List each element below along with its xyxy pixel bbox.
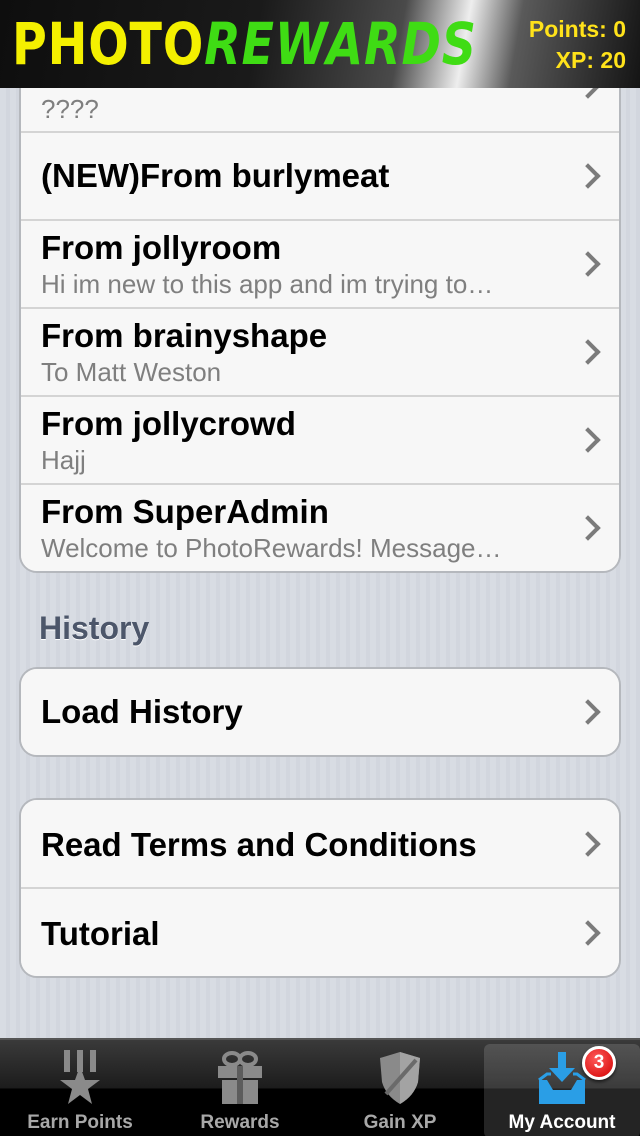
- messages-group: ???? (NEW)From burlymeat From jollyroom …: [19, 42, 621, 573]
- message-row[interactable]: From SuperAdmin Welcome to PhotoRewards!…: [21, 485, 619, 571]
- message-title: From jollycrowd: [41, 405, 296, 442]
- app-header: PHOTOREWARDS Points: 0 XP: 20: [0, 0, 640, 88]
- chevron-right-icon: [575, 427, 601, 453]
- message-preview: Hi im new to this app and im trying to…: [41, 269, 494, 299]
- message-preview: To Matt Weston: [41, 357, 222, 387]
- user-stats: Points: 0 XP: 20: [529, 14, 626, 76]
- terms-row[interactable]: Read Terms and Conditions: [21, 800, 619, 889]
- message-row[interactable]: From jollycrowd Hajj: [21, 397, 619, 485]
- message-row[interactable]: From brainyshape To Matt Weston: [21, 309, 619, 397]
- logo-text-photo: PHOTO: [12, 10, 205, 78]
- scroll-content[interactable]: ???? (NEW)From burlymeat From jollyroom …: [0, 0, 640, 1040]
- tab-rewards[interactable]: Rewards: [162, 1044, 318, 1136]
- tab-earn-points[interactable]: Earn Points: [2, 1044, 158, 1136]
- message-preview: Hajj: [41, 445, 86, 475]
- notification-badge: 3: [582, 1046, 616, 1080]
- tab-label: My Account: [508, 1112, 616, 1133]
- xp-counter: XP: 20: [555, 47, 626, 73]
- tab-label: Rewards: [200, 1112, 280, 1133]
- tab-my-account[interactable]: 3 My Account: [484, 1044, 640, 1136]
- section-title-history: History: [39, 610, 150, 646]
- tab-label: Earn Points: [27, 1112, 133, 1133]
- chevron-right-icon: [575, 830, 601, 857]
- chevron-right-icon: [575, 339, 601, 365]
- info-group: Read Terms and Conditions Tutorial: [19, 798, 621, 978]
- app-logo: PHOTOREWARDS: [12, 6, 477, 82]
- chevron-right-icon: [575, 515, 601, 541]
- message-title: (NEW)From burlymeat: [41, 157, 390, 194]
- message-title: From brainyshape: [41, 317, 328, 354]
- message-row[interactable]: (NEW)From burlymeat: [21, 133, 619, 221]
- tab-bar: Earn Points Rewards Gain XP 3 My Account: [0, 1038, 640, 1136]
- terms-label: Read Terms and Conditions: [41, 826, 477, 863]
- chevron-right-icon: [575, 919, 601, 946]
- message-title: From SuperAdmin: [41, 493, 329, 530]
- shield-icon: [376, 1050, 424, 1111]
- chevron-right-icon: [575, 251, 601, 277]
- medal-star-icon: [56, 1050, 104, 1111]
- message-preview: Welcome to PhotoRewards! Message…: [41, 533, 502, 563]
- gift-icon: [216, 1050, 264, 1111]
- tutorial-row[interactable]: Tutorial: [21, 889, 619, 976]
- load-history-label: Load History: [41, 693, 243, 730]
- chevron-right-icon: [575, 699, 601, 725]
- chevron-right-icon: [575, 163, 601, 189]
- points-counter: Points: 0: [528, 16, 626, 42]
- history-group: Load History: [19, 667, 621, 757]
- inbox-download-icon: [537, 1050, 587, 1111]
- message-title: From jollyroom: [41, 229, 282, 266]
- message-preview: ????: [41, 94, 99, 124]
- tab-gain-xp[interactable]: Gain XP: [322, 1044, 478, 1136]
- message-row[interactable]: From jollyroom Hi im new to this app and…: [21, 221, 619, 309]
- tab-label: Gain XP: [363, 1112, 437, 1133]
- load-history-row[interactable]: Load History: [21, 669, 619, 755]
- tutorial-label: Tutorial: [41, 915, 160, 952]
- logo-text-rewards: REWARDS: [204, 10, 477, 78]
